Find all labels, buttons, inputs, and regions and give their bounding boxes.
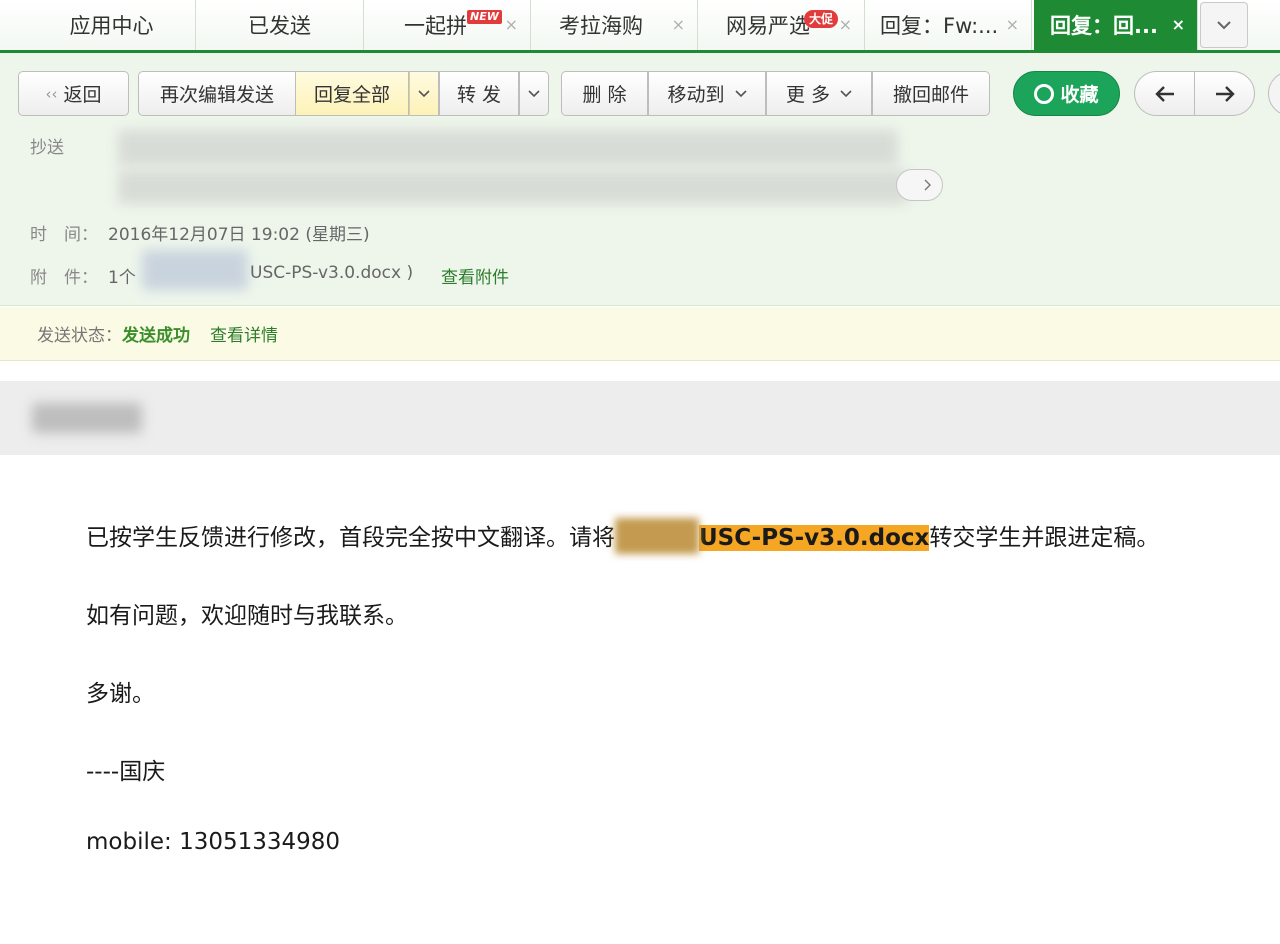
recall-mail-button[interactable]: 撤回邮件 — [872, 71, 990, 116]
redacted-subject — [32, 403, 142, 433]
tab-label: 一起拼 — [404, 14, 467, 38]
arrow-right-icon — [1215, 85, 1235, 102]
delete-label: 删 除 — [582, 84, 627, 106]
favorite-button[interactable]: 收藏 — [1013, 71, 1120, 116]
tab-label: 网易严选 — [726, 14, 810, 38]
reedit-send-button[interactable]: 再次编辑发送 — [138, 71, 296, 116]
tab-group-buy[interactable]: 一起拼 NEW × — [364, 0, 531, 50]
chevron-down-icon — [418, 89, 430, 97]
redacted-filename-prefix — [615, 517, 699, 554]
signature-name: ----国庆 — [86, 759, 166, 785]
move-to-label: 移动到 — [667, 84, 725, 106]
sent-time: 2016年12月07日 19:02 (星期三) — [108, 225, 370, 245]
highlighted-filename: USC-PS-v3.0.docx — [699, 525, 930, 551]
view-details-link[interactable]: 查看详情 — [210, 321, 278, 346]
forward-label: 转 发 — [456, 84, 502, 106]
body-line-3: 多谢。 — [86, 681, 155, 707]
tab-list-dropdown[interactable] — [1200, 2, 1248, 48]
close-icon[interactable]: × — [839, 15, 852, 34]
mail-header: 抄送 时 间： 2016年12月07日 19:02 (星期三) 附 件： 1个 … — [0, 130, 1280, 306]
body-line-1: 已按学生反馈进行修改，首段完全按中文翻译。请将 USC-PS-v3.0.docx转… — [86, 517, 1160, 554]
subject-bar — [0, 381, 1280, 455]
chevron-right-icon — [924, 179, 931, 191]
more-label: 更 多 — [785, 84, 831, 106]
double-chevron-left-icon: ‹‹ — [45, 84, 58, 103]
recall-label: 撤回邮件 — [892, 84, 969, 106]
tab-sent[interactable]: 已发送 — [196, 0, 364, 50]
chevron-down-icon — [528, 89, 540, 97]
delete-button[interactable]: 删 除 — [561, 71, 648, 116]
tab-label: 回复：Fw:... — [880, 14, 999, 38]
send-status-bar: 发送状态： 发送成功 查看详情 — [0, 307, 1280, 361]
arrow-left-icon — [1154, 85, 1174, 102]
redacted-attachment-prefix — [142, 250, 248, 290]
tab-yanxuan[interactable]: 网易严选 大促 × — [698, 0, 865, 50]
back-button[interactable]: ‹‹ 返回 — [18, 71, 129, 116]
forward-button[interactable]: 转 发 — [439, 71, 519, 116]
tab-label: 考拉海购 — [559, 14, 643, 38]
attachment-label: 附 件： — [30, 268, 98, 288]
overflow-button[interactable] — [1268, 71, 1280, 116]
cc-label: 抄送 — [30, 138, 64, 158]
chevron-down-icon — [1217, 21, 1231, 30]
reply-options-dropdown[interactable] — [409, 71, 439, 116]
send-status-label: 发送状态： — [37, 326, 122, 346]
send-status-value: 发送成功 — [122, 326, 190, 346]
close-icon[interactable]: × — [1006, 15, 1019, 34]
more-button[interactable]: 更 多 — [766, 71, 872, 116]
body-line-2: 如有问题，欢迎随时与我联系。 — [86, 603, 408, 629]
tab-label: 应用中心 — [69, 14, 154, 38]
redacted-cc-recipients — [118, 170, 908, 204]
move-to-button[interactable]: 移动到 — [648, 71, 766, 116]
reply-all-button[interactable]: 回复全部 — [296, 71, 409, 116]
tab-label: 回复：回... — [1050, 14, 1158, 38]
tab-label: 已发送 — [248, 14, 311, 38]
sale-badge: 大促 — [804, 10, 839, 28]
reedit-label: 再次编辑发送 — [159, 84, 274, 106]
chevron-down-icon — [734, 89, 747, 97]
body-text: 转交学生并跟进定稿。 — [929, 525, 1160, 551]
tab-reply-active[interactable]: 回复：回... × — [1034, 0, 1198, 50]
redacted-cc-recipients — [118, 130, 898, 166]
body-text: 已按学生反馈进行修改，首段完全按中文翻译。请将 — [86, 525, 615, 551]
signature-mobile: mobile: 13051334980 — [86, 829, 341, 855]
chevron-down-icon — [840, 89, 852, 97]
expand-recipients-button[interactable] — [896, 169, 943, 201]
attachment-count: 1个 — [108, 268, 136, 288]
tab-reply-fw[interactable]: 回复：Fw:... × — [865, 0, 1032, 50]
new-badge: NEW — [467, 10, 502, 24]
next-mail-button[interactable] — [1195, 72, 1254, 115]
time-label: 时 间： — [30, 225, 98, 245]
tab-app-center[interactable]: 应用中心 — [28, 0, 196, 50]
close-icon[interactable]: × — [1172, 15, 1185, 34]
prev-mail-button[interactable] — [1135, 72, 1195, 115]
favorite-label: 收藏 — [1060, 84, 1099, 106]
tab-kaola[interactable]: 考拉海购 × — [531, 0, 698, 50]
tab-bar: 应用中心 已发送 一起拼 NEW × 考拉海购 × 网易严选 大促 × 回复：F… — [0, 0, 1280, 53]
favorite-icon — [1034, 83, 1055, 104]
mail-navigation — [1134, 71, 1255, 116]
reply-all-label: 回复全部 — [313, 84, 390, 106]
mail-toolbar: ‹‹ 返回 再次编辑发送 回复全部 转 发 删 除 移动到 更 多 撤回邮件 收… — [0, 53, 1280, 130]
attachment-name: USC-PS-v3.0.docx ) — [250, 263, 414, 283]
close-icon[interactable]: × — [505, 15, 518, 34]
view-attachment-link[interactable]: 查看附件 — [441, 263, 509, 288]
forward-options-dropdown[interactable] — [519, 71, 549, 116]
close-icon[interactable]: × — [672, 15, 685, 34]
back-label: 返回 — [63, 84, 102, 106]
